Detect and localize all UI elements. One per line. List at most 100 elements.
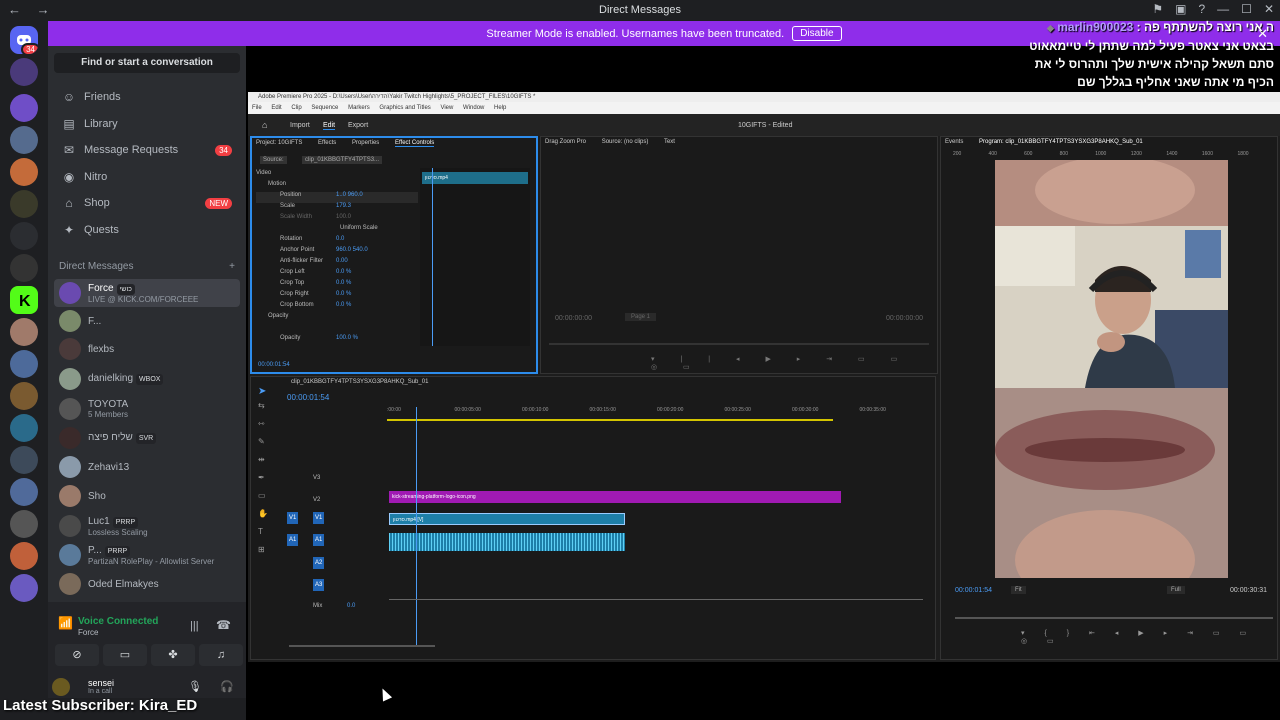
fx-value[interactable]: 0.0 % <box>336 302 351 308</box>
fx-value[interactable]: 0.0 % <box>336 291 351 297</box>
dm-item[interactable]: Luc1 PRRP Lossless Scaling <box>54 512 240 540</box>
program-timecode[interactable]: 00:00:01:54 <box>955 587 992 594</box>
fx-row[interactable]: Opacity 100.0 % <box>256 335 418 346</box>
server-icon[interactable] <box>10 510 38 538</box>
dm-item[interactable]: Force כושי LIVE @ KICK.COM/FORCEEE <box>54 279 240 307</box>
playhead[interactable] <box>416 407 417 647</box>
fx-timecode[interactable]: 00:00:01:54 <box>258 362 290 368</box>
dm-item[interactable]: Oded Elmakyes <box>54 570 240 598</box>
fx-value[interactable]: 0.0 <box>336 236 344 242</box>
nav-quests[interactable]: ✦ Quests <box>54 218 240 242</box>
server-icon[interactable] <box>10 58 38 86</box>
menu-view[interactable]: View <box>440 105 453 111</box>
fx-value[interactable]: 0.0 % <box>336 280 351 286</box>
dm-item[interactable]: P... PRRP PartizaN RolePlay - Allowlist Se… <box>54 541 240 569</box>
headset-icon[interactable]: 🎧 <box>220 680 234 693</box>
server-icon[interactable] <box>10 574 38 602</box>
program-transport-controls[interactable]: ▾ { } ⇤ ◂ ▶ ▸ ⇥ ▭ ▭ ◎ ▭ <box>1021 629 1277 645</box>
fx-row[interactable]: Crop Right 0.0 % <box>256 291 418 302</box>
menu-graphics[interactable]: Graphics and Titles <box>379 105 430 111</box>
dm-item[interactable]: Sho <box>54 482 240 510</box>
server-icon[interactable] <box>10 478 38 506</box>
nav-friends[interactable]: ☺ Friends <box>54 85 240 109</box>
close-icon[interactable]: ✕ <box>1264 2 1274 16</box>
discord-home-icon[interactable]: 34 <box>10 26 38 54</box>
fx-row[interactable]: Scale Width 100.0 <box>256 214 418 225</box>
server-icon[interactable] <box>10 254 38 282</box>
noise-suppression-icon[interactable]: ||| <box>190 620 199 632</box>
track-a1-target[interactable]: A1 <box>287 534 299 546</box>
source-dropdown[interactable]: Source: <box>260 156 287 164</box>
mini-clip[interactable]: סרטון.mp4 <box>422 172 528 184</box>
soundboard-button[interactable]: ♫ <box>199 644 243 666</box>
menu-markers[interactable]: Markers <box>348 105 370 111</box>
fx-row[interactable]: Uniform Scale <box>256 225 418 236</box>
menu-help[interactable]: Help <box>494 105 506 111</box>
tab-text[interactable]: Text <box>664 139 675 145</box>
source-scrubber[interactable] <box>549 343 929 345</box>
server-icon[interactable] <box>10 446 38 474</box>
source-transport-controls[interactable]: ▾ | | ◂ ▶ ▸ ⇥ ▭ ▭ ◎ ▭ <box>651 355 937 371</box>
server-icon[interactable] <box>10 350 38 378</box>
menu-window[interactable]: Window <box>463 105 484 111</box>
mic-icon[interactable]: 🎙 <box>188 680 202 693</box>
menu-file[interactable]: File <box>252 105 262 111</box>
tab-properties[interactable]: Properties <box>352 140 379 146</box>
tab-effects[interactable]: Effects <box>318 140 336 146</box>
dm-item[interactable]: danielking WBOX <box>54 365 240 393</box>
find-conversation-button[interactable]: Find or start a conversation <box>54 53 240 73</box>
dm-item[interactable]: F... <box>54 307 240 335</box>
clip-png[interactable]: kick-streaming-platform-logo-icon.png <box>389 491 841 503</box>
fx-row[interactable]: Rotation 0.0 <box>256 236 418 247</box>
nav-message-requests[interactable]: ✉ Message Requests 34 <box>54 138 240 162</box>
minimize-icon[interactable]: — <box>1217 2 1229 16</box>
sequence-timecode[interactable]: 00:00:01:54 <box>287 393 329 402</box>
fx-row[interactable]: Motion <box>256 181 418 192</box>
server-icon[interactable] <box>10 222 38 250</box>
server-icon[interactable] <box>10 158 38 186</box>
track-v3[interactable]: V3 <box>313 475 320 481</box>
mix-value[interactable]: 0.0 <box>347 603 355 609</box>
timeline-zoom-scroll[interactable] <box>289 645 435 647</box>
sequence-name[interactable]: clip_01KBBGTFY4TPTS3YSXG3P8AHKQ_Sub_01 <box>291 379 428 385</box>
menu-edit[interactable]: Edit <box>271 105 281 111</box>
nav-library[interactable]: ▤ Library <box>54 112 240 136</box>
tab-events[interactable]: Events <box>945 139 963 145</box>
page-dropdown[interactable]: Page 1 <box>625 313 657 321</box>
server-icon[interactable] <box>10 414 38 442</box>
fx-value[interactable]: 100.0 % <box>336 335 358 341</box>
tab-project[interactable]: Project: 10GIFTS <box>256 140 302 146</box>
timeline-ruler[interactable]: :00:00 00:00:05:00 00:00:10:00 00:00:15:00 0… <box>387 407 927 417</box>
server-icon[interactable] <box>10 126 38 154</box>
tools-icons[interactable]: ⇆ ⇿ ✎ ⇹ ✒ ▭ ✋ T ⊞ <box>252 397 274 559</box>
track-v2[interactable]: V2 <box>313 497 320 503</box>
screen-icon[interactable]: ▣ <box>1175 2 1186 16</box>
fx-row[interactable]: Crop Left 0.0 % <box>256 269 418 280</box>
fx-row[interactable]: Opacity <box>256 313 418 335</box>
tab-export[interactable]: Export <box>348 122 368 129</box>
fx-value[interactable]: 960.0 540.0 <box>336 247 368 253</box>
menu-sequence[interactable]: Sequence <box>311 105 338 111</box>
activities-button[interactable]: ✤ <box>151 644 195 666</box>
dm-item[interactable]: שליח פיצה SVR <box>54 424 240 452</box>
fx-value[interactable]: 0.0 % <box>336 269 351 275</box>
home-icon[interactable]: ⌂ <box>262 120 267 130</box>
nav-shop[interactable]: ⌂ Shop NEW <box>54 191 240 215</box>
fx-value[interactable]: 179.3 <box>336 203 351 209</box>
fit-dropdown[interactable]: Fit <box>1011 586 1026 594</box>
server-icon[interactable] <box>10 382 38 410</box>
track-a2[interactable]: A2 <box>313 557 325 569</box>
tab-effect-controls[interactable]: Effect Controls <box>394 140 435 147</box>
fx-row[interactable]: Scale 179.3 <box>256 203 418 214</box>
server-icon[interactable] <box>10 318 38 346</box>
screen-share-button[interactable]: ▭ <box>103 644 147 666</box>
fx-row[interactable]: Anti-flicker Filter 0.00 <box>256 258 418 269</box>
fx-row[interactable]: Anchor Point 960.0 540.0 <box>256 247 418 258</box>
clip-mp4-video[interactable]: סרטון.mp4 [V] <box>389 513 625 525</box>
server-icon[interactable] <box>10 190 38 218</box>
track-v1-target[interactable]: V1 <box>287 512 299 524</box>
dm-item[interactable]: Zehavi13 <box>54 453 240 481</box>
maximize-icon[interactable]: ☐ <box>1241 2 1252 16</box>
fx-value[interactable]: 0.00 <box>336 258 348 264</box>
fx-row[interactable]: Position 1..0 960.0 <box>256 192 418 203</box>
